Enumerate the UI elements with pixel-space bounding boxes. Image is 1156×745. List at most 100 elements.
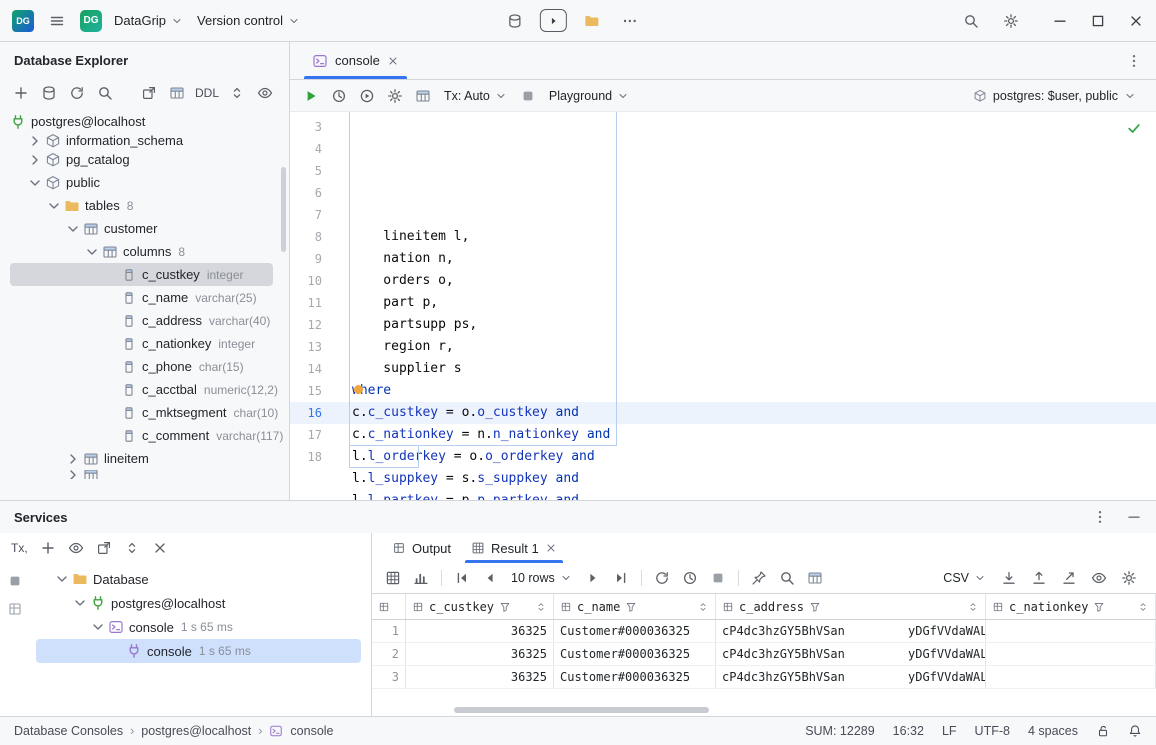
sort-toggle[interactable]: [967, 601, 979, 613]
search-everywhere-button[interactable]: [958, 8, 984, 34]
project-badge[interactable]: DG: [80, 10, 102, 32]
database-tool-button[interactable]: [502, 8, 528, 34]
cell-c_custkey[interactable]: 36325: [406, 643, 554, 665]
project-menu[interactable]: DataGrip: [112, 13, 185, 28]
explorer-tree-item-c_phone[interactable]: c_phonechar(15): [0, 355, 289, 378]
minimize-button[interactable]: [1052, 13, 1068, 29]
sort-toggle[interactable]: [535, 601, 547, 613]
status-encoding[interactable]: UTF-8: [975, 724, 1010, 738]
code-line[interactable]: c.c_nationkey = n.n_nationkey and: [352, 424, 1156, 446]
explorer-tree-item-lineitem[interactable]: lineitem: [0, 447, 289, 470]
find-in-grid-button[interactable]: [774, 566, 800, 590]
services-add-button[interactable]: [35, 535, 61, 561]
previous-page-button[interactable]: [477, 566, 503, 590]
breadcrumb-database-consoles[interactable]: Database Consoles: [14, 724, 123, 738]
export-button[interactable]: [1056, 566, 1082, 590]
cell-c_nationkey[interactable]: [986, 620, 1156, 642]
status-indent[interactable]: 4 spaces: [1028, 724, 1078, 738]
column-header-c_name[interactable]: c_name: [554, 594, 716, 619]
code-line[interactable]: partsupp ps,: [352, 314, 1156, 336]
explorer-tree-item-c_nationkey[interactable]: c_nationkeyinteger: [0, 332, 289, 355]
close-button[interactable]: [1128, 13, 1144, 29]
editor-code[interactable]: lineitem l, nation n, orders o, part p, …: [338, 112, 1156, 500]
code-line[interactable]: region r,: [352, 336, 1156, 358]
app-icon[interactable]: DG: [12, 10, 34, 32]
services-expand-collapse-button[interactable]: [119, 535, 145, 561]
services-preview-button[interactable]: [63, 535, 89, 561]
playground-dropdown[interactable]: Playground: [543, 89, 635, 103]
execute-button[interactable]: [298, 84, 324, 108]
chevron-down-icon[interactable]: [84, 244, 100, 260]
services-tree-item-Database[interactable]: Database: [30, 567, 371, 591]
chevron-down-icon[interactable]: [65, 221, 81, 237]
chevron-right-icon[interactable]: [65, 470, 81, 479]
attach-datasource-button[interactable]: [36, 81, 62, 105]
explorer-tree-item-c_comment[interactable]: c_commentvarchar(117): [0, 424, 289, 447]
column-header-c_address[interactable]: c_address: [716, 594, 986, 619]
explorer-tree-item-information_schema[interactable]: information_schema: [0, 133, 289, 148]
services-layout-icon[interactable]: [7, 601, 23, 617]
explorer-tree-item-postgres@localhost[interactable]: postgres@localhost: [0, 110, 289, 133]
chevron-right-icon[interactable]: [65, 451, 81, 467]
breadcrumb-console[interactable]: console: [290, 724, 333, 738]
select-all-corner[interactable]: [372, 594, 406, 619]
chevron-down-icon[interactable]: [46, 198, 62, 214]
tx-mode-dropdown[interactable]: Tx: Auto: [438, 89, 513, 103]
grid-horizontal-scrollbar[interactable]: [454, 707, 709, 713]
grid-view-button[interactable]: [380, 566, 406, 590]
column-header-c_custkey[interactable]: c_custkey: [406, 594, 554, 619]
project-folder-button[interactable]: [579, 8, 605, 34]
pin-tab-button[interactable]: [746, 566, 772, 590]
schema-switcher[interactable]: postgres: $user, public: [973, 89, 1148, 103]
last-page-button[interactable]: [608, 566, 634, 590]
run-widget-button[interactable]: [540, 9, 567, 32]
explorer-tree-item-c_mktsegment[interactable]: c_mktsegmentchar(10): [0, 401, 289, 424]
explorer-tree-item-customer[interactable]: customer: [0, 217, 289, 240]
code-editor[interactable]: 3456789101112131415161718 lineitem l, na…: [290, 112, 1156, 500]
import-button[interactable]: [996, 566, 1022, 590]
services-tx-button[interactable]: Tx,: [6, 541, 33, 555]
view-options-button[interactable]: [1086, 566, 1112, 590]
services-options-button[interactable]: [1092, 509, 1108, 525]
close-result-tab-icon[interactable]: [545, 542, 557, 554]
code-line[interactable]: l.l_suppkey = s.s_suppkey and: [352, 468, 1156, 490]
stop-query-button[interactable]: [705, 566, 731, 590]
services-close-button[interactable]: [147, 535, 173, 561]
services-tree-item-console[interactable]: console1 s 65 ms: [30, 615, 371, 639]
services-tree-item-console[interactable]: console1 s 65 ms: [30, 639, 371, 663]
cell-c_custkey[interactable]: 36325: [406, 666, 554, 688]
row-number[interactable]: 2: [372, 643, 406, 665]
code-line[interactable]: l.l_orderkey = o.o_orderkey and: [352, 446, 1156, 468]
open-in-window-button[interactable]: [136, 81, 162, 105]
code-line[interactable]: lineitem l,: [352, 226, 1156, 248]
dump-button[interactable]: [1026, 566, 1052, 590]
explorer-tree-item-pg_catalog[interactable]: pg_catalog: [0, 148, 289, 171]
code-line[interactable]: c.c_custkey = o.o_custkey and: [352, 402, 1156, 424]
chevron-right-icon[interactable]: [27, 133, 43, 148]
row-number[interactable]: 3: [372, 666, 406, 688]
chart-view-button[interactable]: [408, 566, 434, 590]
status-sum[interactable]: SUM: 12289: [805, 724, 874, 738]
settings-button[interactable]: [998, 8, 1024, 34]
inspections-ok-icon[interactable]: [1126, 120, 1142, 136]
code-line[interactable]: nation n,: [352, 248, 1156, 270]
cell-c_address[interactable]: cP4dc3hzGY5BhVSanyDGfVVdaWALECgh…: [716, 643, 986, 665]
notifications-bell-icon[interactable]: [1128, 724, 1142, 738]
cell-c_nationkey[interactable]: [986, 666, 1156, 688]
chevron-right-icon[interactable]: [27, 152, 43, 168]
chevron-down-icon[interactable]: [27, 175, 43, 191]
services-open-window-button[interactable]: [91, 535, 117, 561]
explorer-tree-item-c_acctbal[interactable]: c_acctbalnumeric(12,2): [0, 378, 289, 401]
cell-c_custkey[interactable]: 36325: [406, 620, 554, 642]
maximize-button[interactable]: [1090, 13, 1106, 29]
code-line[interactable]: part p,: [352, 292, 1156, 314]
cell-c_name[interactable]: Customer#000036325: [554, 643, 716, 665]
cell-c_nationkey[interactable]: [986, 643, 1156, 665]
console-settings-button[interactable]: [382, 84, 408, 108]
main-menu-button[interactable]: [44, 8, 70, 34]
code-line[interactable]: supplier s: [352, 358, 1156, 380]
services-minimize-button[interactable]: [1126, 509, 1142, 525]
readonly-lock-icon[interactable]: [1096, 724, 1110, 738]
code-line[interactable]: orders o,: [352, 270, 1156, 292]
code-line[interactable]: where: [352, 380, 1156, 402]
